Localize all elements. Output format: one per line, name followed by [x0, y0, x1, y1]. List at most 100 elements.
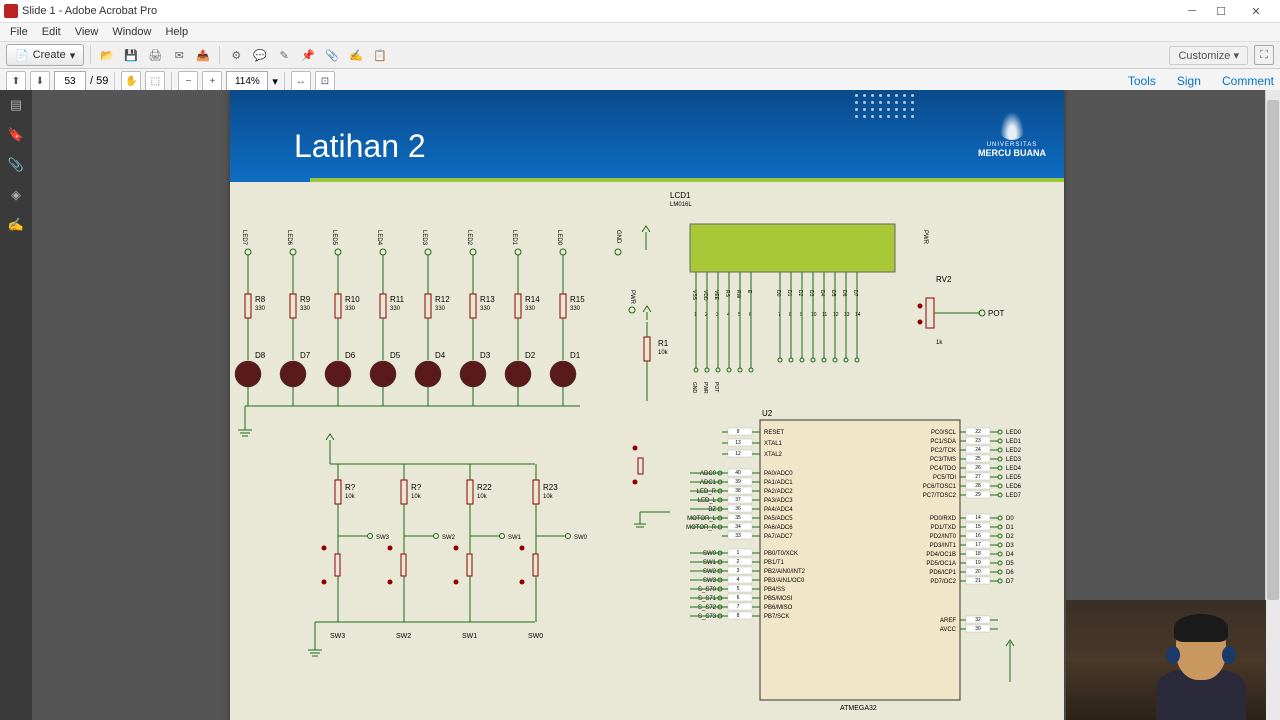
svg-text:D6: D6: [1006, 570, 1014, 576]
svg-text:LED5: LED5: [331, 230, 337, 246]
fit-page-icon[interactable]: ⊡: [315, 71, 335, 91]
stamp-icon[interactable]: 📌: [298, 45, 318, 65]
app-icon: [4, 4, 18, 18]
svg-text:21: 21: [975, 578, 981, 584]
bookmarks-icon[interactable]: 🔖: [7, 126, 25, 144]
svg-text:1: 1: [737, 550, 740, 556]
form-icon[interactable]: 📋: [370, 45, 390, 65]
side-panel: ▤ 🔖 📎 ◈ ✍: [0, 90, 32, 720]
svg-text:R8: R8: [255, 295, 266, 304]
svg-text:PC1/SDA: PC1/SDA: [930, 439, 956, 445]
minimize-button[interactable]: ─: [1178, 2, 1206, 20]
expand-icon[interactable]: ⛶: [1254, 45, 1274, 65]
svg-text:SW0: SW0: [574, 535, 588, 541]
svg-text:RV2: RV2: [936, 275, 952, 284]
page-input[interactable]: [54, 71, 86, 91]
email-icon[interactable]: ✉: [169, 45, 189, 65]
svg-text:PB1/T1: PB1/T1: [764, 560, 785, 566]
svg-text:LED0: LED0: [556, 230, 562, 246]
menu-help[interactable]: Help: [159, 24, 194, 40]
zoom-out-button[interactable]: −: [178, 71, 198, 91]
svg-text:ADC0: ADC0: [700, 471, 717, 477]
svg-text:D1: D1: [570, 351, 581, 360]
svg-text:PWR: PWR: [922, 230, 928, 245]
svg-text:PB3/AIN1/OC0: PB3/AIN1/OC0: [764, 578, 805, 584]
svg-text:LED1: LED1: [511, 230, 517, 246]
svg-text:10k: 10k: [345, 494, 356, 500]
comment-link[interactable]: Comment: [1222, 74, 1274, 88]
schematic: LCD1 LM016L PWR VSS1GNDVDD2PWRVEE3POTRS4…: [230, 182, 1064, 720]
svg-text:MOTOR_R: MOTOR_R: [686, 525, 717, 531]
print-icon[interactable]: 🖨: [145, 45, 165, 65]
select-tool-icon[interactable]: ⬚: [145, 71, 165, 91]
svg-text:AREF: AREF: [940, 618, 956, 624]
maximize-button[interactable]: ☐: [1207, 2, 1235, 20]
create-button[interactable]: 📄 Create ▾: [6, 44, 84, 66]
svg-text:PA1/ADC1: PA1/ADC1: [764, 480, 793, 486]
svg-text:D7: D7: [1006, 579, 1014, 585]
svg-text:24: 24: [975, 447, 981, 453]
attach-icon[interactable]: 📎: [322, 45, 342, 65]
svg-text:D6: D6: [345, 351, 356, 360]
svg-text:LCD1: LCD1: [670, 191, 691, 200]
svg-text:MOTOR_L: MOTOR_L: [687, 516, 717, 522]
customize-button[interactable]: Customize ▾: [1169, 46, 1248, 65]
thumbnails-icon[interactable]: ▤: [7, 96, 25, 114]
page-total: / 59: [90, 75, 108, 87]
svg-text:PD2/INT0: PD2/INT0: [930, 534, 957, 540]
scroll-thumb[interactable]: [1267, 100, 1279, 600]
menu-view[interactable]: View: [69, 24, 105, 40]
svg-text:SW0: SW0: [703, 551, 717, 557]
svg-text:S_S70: S_S70: [698, 587, 717, 593]
document-area[interactable]: Latihan 2 UNIVERSITAS MERCU BUANA LCD1 L: [32, 90, 1280, 720]
svg-text:23: 23: [975, 438, 981, 444]
svg-text:PA7/ADC7: PA7/ADC7: [764, 534, 793, 540]
page-up-button[interactable]: ⬆: [6, 71, 26, 91]
page-down-button[interactable]: ⬇: [30, 71, 50, 91]
svg-text:D2: D2: [1006, 534, 1014, 540]
svg-text:R13: R13: [480, 295, 495, 304]
svg-text:PC4/TDO: PC4/TDO: [930, 466, 956, 472]
svg-text:AVCC: AVCC: [940, 627, 957, 633]
attachments-icon[interactable]: 📎: [7, 156, 25, 174]
hand-tool-icon[interactable]: ✋: [121, 71, 141, 91]
tools-link[interactable]: Tools: [1128, 74, 1156, 88]
svg-text:ATMEGA32: ATMEGA32: [840, 705, 877, 712]
menu-edit[interactable]: Edit: [36, 24, 67, 40]
svg-text:LED_L: LED_L: [698, 498, 717, 504]
svg-text:U2: U2: [762, 409, 773, 418]
sign-link[interactable]: Sign: [1177, 74, 1201, 88]
svg-text:ADC1: ADC1: [700, 480, 717, 486]
svg-text:36: 36: [735, 506, 741, 512]
svg-text:PD5/OC1A: PD5/OC1A: [926, 561, 956, 567]
svg-text:SW1: SW1: [462, 633, 477, 640]
svg-text:16: 16: [975, 533, 981, 539]
svg-text:8: 8: [737, 613, 740, 619]
svg-text:13: 13: [735, 440, 741, 446]
svg-text:D0: D0: [1006, 516, 1014, 522]
svg-text:PA4/ADC4: PA4/ADC4: [764, 507, 793, 513]
svg-text:D5: D5: [1006, 561, 1014, 567]
svg-text:R14: R14: [525, 295, 540, 304]
svg-text:D2: D2: [525, 351, 536, 360]
share-icon[interactable]: 📤: [193, 45, 213, 65]
scrollbar[interactable]: [1265, 90, 1280, 720]
highlight-icon[interactable]: ✎: [274, 45, 294, 65]
svg-text:SW2: SW2: [703, 569, 717, 575]
close-button[interactable]: ✕: [1236, 2, 1276, 20]
zoom-in-button[interactable]: +: [202, 71, 222, 91]
menu-window[interactable]: Window: [106, 24, 157, 40]
svg-text:PD1/TXD: PD1/TXD: [931, 525, 957, 531]
sign-icon[interactable]: ✍: [346, 45, 366, 65]
zoom-input[interactable]: [226, 71, 268, 91]
comment-icon[interactable]: 💬: [250, 45, 270, 65]
open-icon[interactable]: 📂: [97, 45, 117, 65]
tool-icon[interactable]: ⚙: [226, 45, 246, 65]
layers-icon[interactable]: ◈: [7, 186, 25, 204]
menu-file[interactable]: File: [4, 24, 34, 40]
fit-width-icon[interactable]: ↔: [291, 71, 311, 91]
svg-text:26: 26: [975, 465, 981, 471]
signatures-icon[interactable]: ✍: [7, 216, 25, 234]
save-icon[interactable]: 💾: [121, 45, 141, 65]
webcam-overlay: [1066, 600, 1266, 720]
